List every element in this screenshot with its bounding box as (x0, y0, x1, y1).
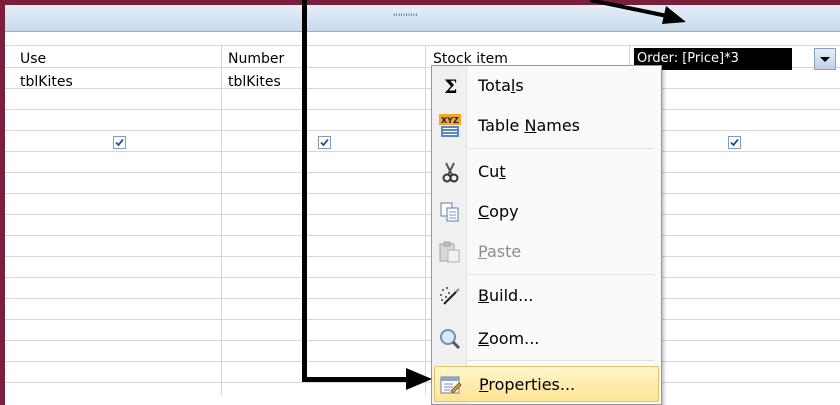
field-cell-stock-item[interactable]: Stock item (433, 51, 508, 65)
grid-line (5, 235, 840, 236)
checkmark-icon (730, 138, 739, 147)
pane-splitter[interactable]: '''''''''' (5, 5, 840, 32)
annotation-arrowhead-icon (406, 368, 432, 390)
menu-separator (468, 274, 654, 275)
properties-icon (439, 373, 463, 397)
svg-text:Σ: Σ (444, 76, 457, 98)
chevron-down-icon (820, 57, 830, 62)
query-design-grid (5, 32, 840, 405)
grid-line (5, 298, 840, 299)
order-expression-text: Order: [Price]*3 (637, 51, 739, 66)
grid-line (5, 214, 840, 215)
scissors-icon (438, 160, 462, 184)
sigma-icon: Σ (438, 74, 462, 98)
grid-line (5, 361, 840, 362)
field-cell-number[interactable]: Number (228, 51, 284, 67)
menu-label-cut: Cut (478, 162, 506, 181)
splitter-grip[interactable]: '''''''''' (393, 13, 418, 23)
menu-label-table-names: Table Names (478, 116, 581, 135)
menu-item-totals[interactable]: Σ Totals (434, 68, 659, 104)
menu-label-zoom: Zoom... (478, 329, 540, 348)
annotation-arrow-line (302, 377, 410, 382)
query-design-window: '''''''''' Use tblKites Number tblKites (0, 0, 840, 405)
copy-icon (438, 200, 462, 224)
checkmark-icon (115, 138, 124, 147)
menu-separator (468, 148, 654, 149)
context-menu: Σ Totals XYZ Table Names Cut Copy Paste … (431, 65, 662, 405)
table-names-icon: XYZ (438, 114, 462, 138)
grid-line (5, 151, 840, 152)
grid-line (5, 172, 840, 173)
grid-line (5, 193, 840, 194)
menu-item-zoom[interactable]: Zoom... (434, 321, 659, 357)
grid-line (5, 130, 840, 131)
show-checkbox-order[interactable] (728, 136, 741, 149)
show-checkbox-number[interactable] (318, 136, 331, 149)
annotation-arrow-line (302, 0, 307, 381)
menu-item-paste[interactable]: Paste (434, 234, 659, 270)
menu-label-build: Build... (478, 286, 534, 305)
menu-label-totals: Totals (478, 76, 524, 95)
build-wand-icon (438, 284, 462, 308)
grid-line (5, 340, 840, 341)
field-cell-use[interactable]: Use (20, 51, 46, 67)
table-cell-use[interactable]: tblKites (20, 74, 73, 90)
menu-item-cut[interactable]: Cut (434, 154, 659, 190)
menu-label-paste: Paste (478, 242, 522, 261)
menu-item-copy[interactable]: Copy (434, 194, 659, 230)
svg-text:XYZ: XYZ (441, 116, 459, 125)
menu-item-properties[interactable]: Properties... (434, 366, 659, 402)
menu-separator (468, 360, 654, 361)
menu-label-copy: Copy (478, 202, 519, 221)
grid-line (5, 319, 840, 320)
menu-item-build[interactable]: Build... (434, 278, 659, 314)
show-checkbox-use[interactable] (113, 136, 126, 149)
checkmark-icon (320, 138, 329, 147)
menu-label-properties: Properties... (479, 375, 576, 394)
grid-line (5, 109, 840, 110)
column-divider (221, 45, 222, 395)
zoom-magnifier-icon (438, 327, 462, 351)
field-dropdown-button[interactable] (814, 48, 836, 70)
grid-line (5, 88, 840, 89)
paste-icon (438, 240, 462, 264)
table-cell-number[interactable]: tblKites (228, 74, 281, 90)
grid-line (5, 256, 840, 257)
grid-line (5, 45, 840, 46)
menu-item-table-names[interactable]: XYZ Table Names (434, 108, 659, 144)
column-divider (425, 45, 426, 395)
annotation-arrow-to-order-icon (590, 0, 686, 24)
grid-line (5, 277, 840, 278)
